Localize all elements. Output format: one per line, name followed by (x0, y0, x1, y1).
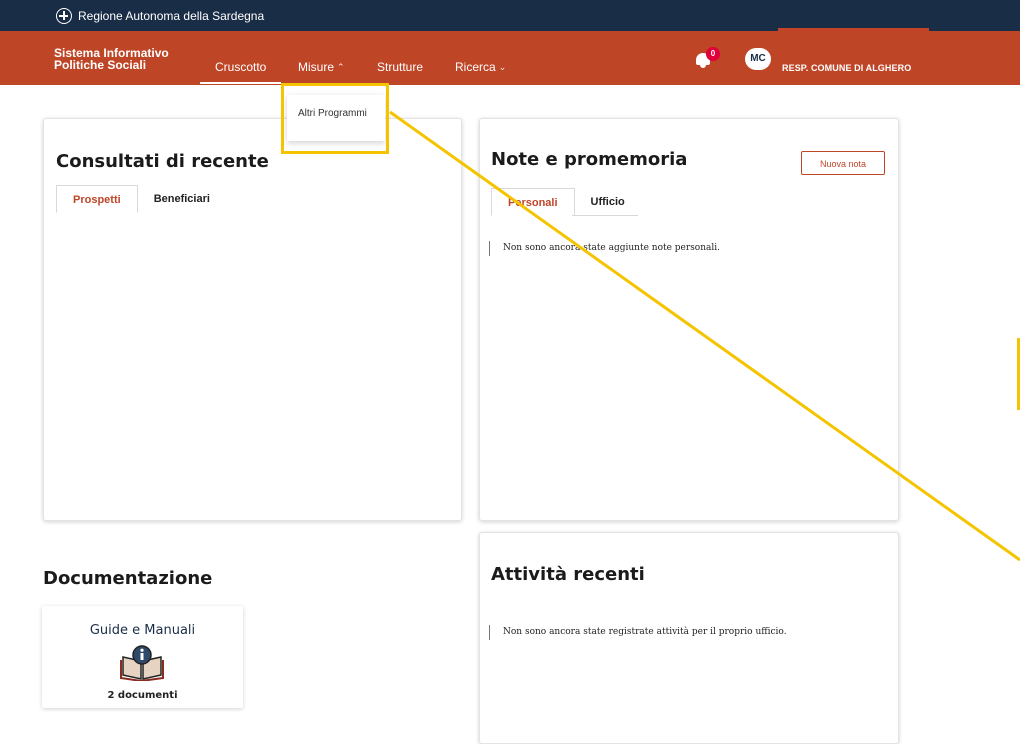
nav-item-cruscotto[interactable]: Cruscotto (199, 60, 282, 84)
tab-divider (572, 215, 638, 216)
nav-item-label: Misure (298, 60, 335, 74)
main-navbar: Sistema Informativo Politiche Sociali Cr… (0, 31, 1020, 85)
recent-tabs: Prospetti Beneficiari (56, 185, 226, 213)
tab-beneficiari[interactable]: Beneficiari (138, 185, 226, 213)
chevron-down-icon: ⌄ (498, 61, 507, 72)
tab-ufficio[interactable]: Ufficio (575, 188, 641, 216)
tab-personali[interactable]: Personali (491, 188, 575, 216)
tab-prospetti[interactable]: Prospetti (56, 185, 138, 213)
guides-card-count: 2 documenti (107, 690, 178, 701)
region-top-bar: Regione Autonoma della Sardegna (0, 0, 1020, 31)
system-name-line2: Politiche Sociali (54, 58, 147, 72)
chevron-up-icon: ⌃ (337, 61, 345, 72)
new-note-button[interactable]: Nuova nota (801, 151, 885, 175)
notes-title: Note e promemoria (491, 149, 688, 170)
book-info-icon (120, 645, 164, 681)
notes-empty-message: Non sono ancora state aggiunte note pers… (489, 241, 720, 256)
nav-item-label: Cruscotto (215, 60, 267, 74)
documentation-title: Documentazione (43, 568, 213, 589)
notification-badge: 0 (706, 47, 720, 61)
guides-card[interactable]: Guide e Manuali 2 documenti (42, 606, 243, 708)
region-brand[interactable]: Regione Autonoma della Sardegna (56, 8, 264, 24)
nav-item-misure[interactable]: Misure ⌃ (298, 60, 345, 74)
guides-card-title: Guide e Manuali (89, 623, 196, 638)
nav-item-label: Strutture (377, 60, 424, 74)
system-name[interactable]: Sistema Informativo Politiche Sociali (54, 47, 169, 71)
avatar[interactable]: MC (745, 48, 771, 70)
recent-card: Consultati di recente Prospetti Benefici… (43, 118, 462, 521)
region-crest-icon (56, 8, 72, 24)
recent-title: Consultati di recente (56, 151, 269, 172)
nav-item-ricerca[interactable]: Ricerca ⌄ (455, 60, 506, 74)
notes-card: Note e promemoria Personali Ufficio Non … (479, 118, 899, 521)
region-brand-label: Regione Autonoma della Sardegna (78, 9, 265, 23)
notes-tabs: Personali Ufficio (491, 188, 641, 216)
activities-empty-message: Non sono ancora state registrate attivit… (489, 625, 787, 640)
nav-item-label: Ricerca (455, 60, 496, 74)
activities-card: Attività recenti Non sono ancora state r… (479, 532, 899, 744)
nav-item-strutture[interactable]: Strutture (377, 60, 423, 74)
annotation-highlight-box (281, 83, 389, 154)
activities-title: Attività recenti (491, 564, 645, 585)
user-role[interactable]: RESP. COMUNE DI ALGHERO (782, 63, 911, 73)
